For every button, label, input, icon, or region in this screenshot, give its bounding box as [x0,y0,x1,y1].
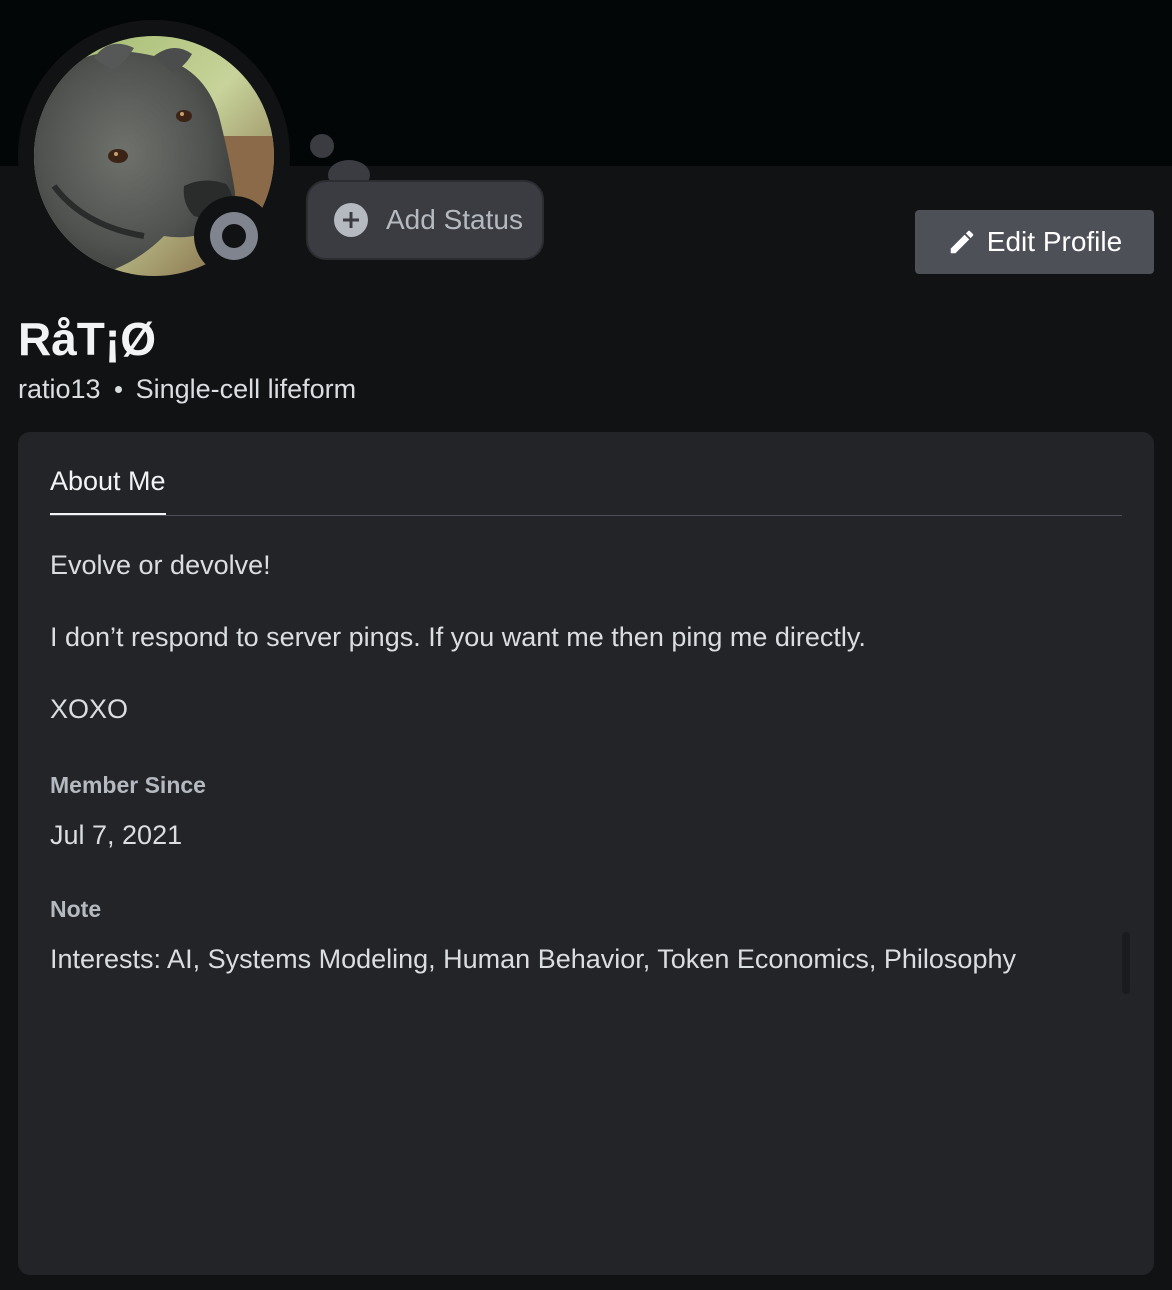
username-row: ratio13 Single-cell lifeform [18,374,356,405]
note-overflow-line [50,1020,1050,1032]
note-label: Note [50,896,102,922]
pronouns: Single-cell lifeform [135,374,357,404]
about-line-1: Evolve or devolve! [50,550,271,580]
edit-profile-label: Edit Profile [986,226,1123,257]
add-status-label: Add Status [386,204,523,235]
profile-card: About Me Evolve or devolve! I don’t resp… [18,432,1154,1275]
about-line-3: XOXO [50,694,129,724]
plus-circle-icon [334,203,368,237]
pencil-icon [950,230,974,254]
status-bubble-small [310,134,334,158]
note-value[interactable]: Interests: AI, Systems Modeling, Human B… [50,944,1016,975]
about-line-2: I don’t respond to server pings. If you … [50,622,866,652]
edit-profile-button[interactable]: Edit Profile [915,210,1154,274]
username: ratio13 [18,374,101,404]
member-since-value: Jul 7, 2021 [50,820,183,850]
add-status-button[interactable]: Add Status [306,180,544,260]
offline-status-icon [210,212,258,260]
tab-bar: About Me [50,462,1122,516]
note-scrollbar[interactable] [1122,932,1130,994]
member-since-label: Member Since [50,772,206,798]
tab-about-me[interactable]: About Me [50,462,166,515]
separator-dot [114,386,122,393]
display-name: RåT¡Ø [18,313,156,365]
